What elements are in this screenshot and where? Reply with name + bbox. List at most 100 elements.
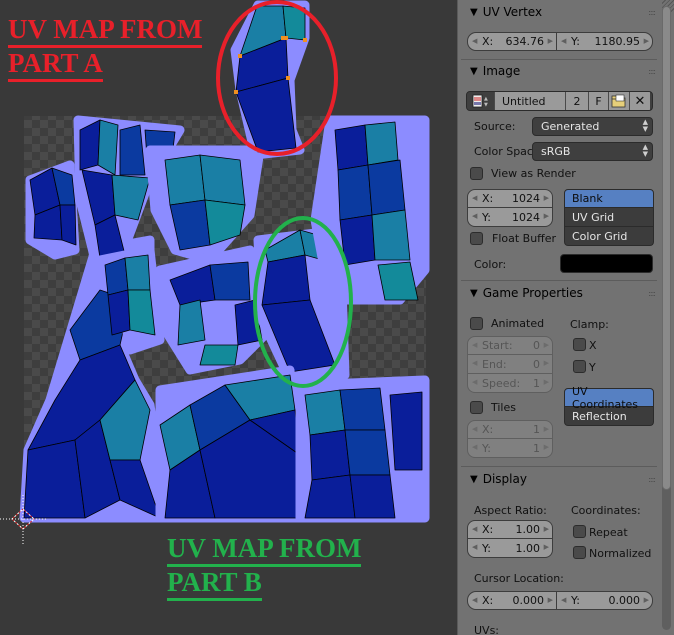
decrement-arrow-icon[interactable]: ◀: [472, 596, 477, 604]
clamp-y-checkbox[interactable]: [573, 360, 586, 373]
decrement-arrow-icon[interactable]: ◀: [472, 378, 477, 386]
increment-arrow-icon[interactable]: ▶: [544, 341, 549, 349]
repeat-checkbox[interactable]: [573, 525, 586, 538]
generated-type-color-grid[interactable]: Color Grid: [564, 227, 654, 246]
uv-face[interactable]: [309, 429, 351, 481]
uv-face[interactable]: [97, 119, 119, 176]
increment-arrow-icon[interactable]: ▶: [544, 212, 549, 220]
increment-arrow-icon[interactable]: ▶: [544, 378, 549, 386]
image-users-count[interactable]: 2: [566, 92, 589, 110]
aspect-x-field[interactable]: ◀ X: 1.00 ▶: [467, 520, 553, 539]
uv-face[interactable]: [104, 257, 129, 296]
decrement-arrow-icon[interactable]: ◀: [472, 212, 477, 220]
uv-face[interactable]: [367, 159, 406, 216]
drag-grip-icon[interactable]: ::::: [648, 67, 656, 76]
uv-face[interactable]: [261, 254, 311, 306]
generated-color-swatch[interactable]: [560, 254, 653, 273]
image-name-field[interactable]: Untitled: [495, 92, 566, 110]
uv-face[interactable]: [364, 121, 399, 166]
scrollbar-thumb[interactable]: [662, 6, 671, 490]
tiles-checkbox[interactable]: [470, 401, 483, 414]
panel-scrollbar[interactable]: [662, 6, 671, 630]
uv-face[interactable]: [344, 429, 391, 476]
animation-start-field[interactable]: ◀ Start: 0 ▶: [467, 336, 553, 355]
color-space-dropdown[interactable]: sRGB ▲ ▼: [532, 142, 653, 161]
uv-face[interactable]: [349, 474, 396, 519]
decrement-arrow-icon[interactable]: ◀: [472, 359, 477, 367]
uv-face[interactable]: [199, 154, 246, 206]
increment-arrow-icon[interactable]: ▶: [644, 596, 649, 604]
float-buffer-checkbox[interactable]: [470, 232, 483, 245]
selected-uv-vertex[interactable]: [234, 90, 238, 94]
animation-speed-field[interactable]: ◀ Speed: 1 ▶: [467, 374, 553, 393]
decrement-arrow-icon[interactable]: ◀: [472, 525, 477, 533]
uv-face[interactable]: [209, 261, 251, 301]
uv-face[interactable]: [107, 289, 131, 336]
increment-arrow-icon[interactable]: ▶: [544, 359, 549, 367]
decrement-arrow-icon[interactable]: ◀: [472, 194, 477, 202]
increment-arrow-icon[interactable]: ▶: [544, 425, 549, 433]
selected-uv-vertex[interactable]: [238, 54, 242, 58]
decrement-arrow-icon[interactable]: ◀: [472, 443, 477, 451]
uv-face[interactable]: [164, 154, 206, 206]
uv-face[interactable]: [304, 474, 356, 519]
selected-uv-vertex[interactable]: [286, 76, 290, 80]
uv-face[interactable]: [59, 204, 77, 246]
image-header[interactable]: ▼ Image ::::: [458, 60, 663, 82]
uv-vertex-header[interactable]: ▼ UV Vertex ::::: [458, 1, 663, 23]
fake-user-button[interactable]: F: [589, 92, 609, 110]
decrement-arrow-icon[interactable]: ◀: [472, 37, 477, 45]
uv-vertex-y-field[interactable]: ◀ Y: 1180.95 ▶: [556, 32, 653, 51]
drag-grip-icon[interactable]: ::::: [648, 475, 656, 484]
increment-arrow-icon[interactable]: ▶: [544, 525, 549, 533]
selected-uv-vertex[interactable]: [303, 38, 307, 42]
source-dropdown[interactable]: Generated ▲ ▼: [532, 117, 653, 136]
decrement-arrow-icon[interactable]: ◀: [472, 425, 477, 433]
uv-face[interactable]: [127, 289, 156, 336]
uv-face[interactable]: [304, 389, 346, 436]
drag-grip-icon[interactable]: ::::: [648, 8, 656, 17]
display-header[interactable]: ▼ Display ::::: [458, 468, 663, 490]
decrement-arrow-icon[interactable]: ◀: [472, 341, 477, 349]
view-as-render-checkbox[interactable]: [470, 167, 483, 180]
decrement-arrow-icon[interactable]: ◀: [561, 37, 566, 45]
uv-face[interactable]: [199, 344, 239, 366]
increment-arrow-icon[interactable]: ▶: [548, 37, 553, 45]
cursor-y-field[interactable]: ◀ Y: 0.000 ▶: [556, 591, 653, 610]
uv-face[interactable]: [371, 209, 411, 261]
aspect-y-field[interactable]: ◀ Y: 1.00 ▶: [467, 539, 553, 558]
image-size-y-field[interactable]: ◀ Y: 1024 ▶: [467, 208, 553, 227]
increment-arrow-icon[interactable]: ▶: [544, 543, 549, 551]
image-size-x-field[interactable]: ◀ X: 1024 ▶: [467, 189, 553, 208]
tiles-x-field[interactable]: ◀ X: 1 ▶: [467, 420, 553, 439]
normalized-checkbox[interactable]: [573, 546, 586, 559]
tiles-y-field[interactable]: ◀ Y: 1 ▶: [467, 439, 553, 458]
uv-face[interactable]: [334, 124, 369, 171]
uv-vertex-x-field[interactable]: ◀ X: 634.76 ▶: [467, 32, 557, 51]
increment-arrow-icon[interactable]: ▶: [544, 443, 549, 451]
generated-type-uv-grid[interactable]: UV Grid: [564, 208, 654, 227]
open-image-button[interactable]: [609, 92, 630, 110]
uv-face[interactable]: [337, 164, 373, 221]
decrement-arrow-icon[interactable]: ◀: [472, 543, 477, 551]
generated-type-blank[interactable]: Blank: [564, 189, 654, 208]
uv-face[interactable]: [23, 439, 86, 519]
cursor-x-field[interactable]: ◀ X: 0.000 ▶: [467, 591, 557, 610]
game-properties-header[interactable]: ▼ Game Properties ::::: [458, 282, 663, 304]
uv-face[interactable]: [282, 5, 306, 41]
animated-checkbox[interactable]: [470, 317, 483, 330]
animation-end-field[interactable]: ◀ End: 0 ▶: [467, 355, 553, 374]
mapping-uv-coordinates[interactable]: UV Coordinates: [564, 385, 654, 411]
uv-face[interactable]: [177, 299, 206, 346]
unlink-image-button[interactable]: ✕: [630, 92, 650, 110]
selected-uv-vertex[interactable]: [284, 36, 288, 40]
increment-arrow-icon[interactable]: ▶: [548, 596, 553, 604]
decrement-arrow-icon[interactable]: ◀: [561, 596, 566, 604]
increment-arrow-icon[interactable]: ▶: [544, 194, 549, 202]
clamp-x-checkbox[interactable]: [573, 338, 586, 351]
uv-editor-viewport[interactable]: UV MAP FROM PART A UV MAP FROM PART B: [0, 0, 457, 635]
uv-face[interactable]: [389, 391, 423, 471]
uv-face[interactable]: [339, 387, 386, 431]
uv-face[interactable]: [124, 254, 151, 291]
increment-arrow-icon[interactable]: ▶: [644, 37, 649, 45]
